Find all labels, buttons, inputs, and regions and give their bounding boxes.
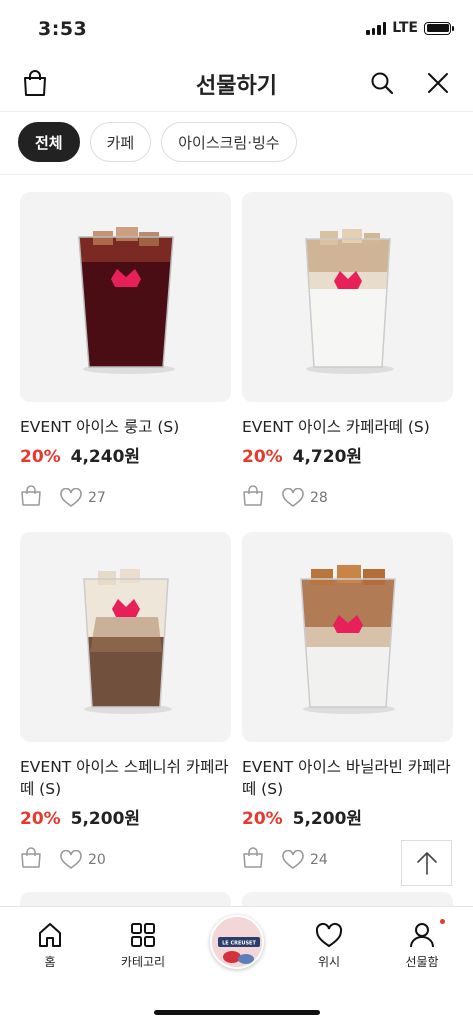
battery-icon xyxy=(424,21,454,35)
bottom-nav: 홈 카테고리 LE CREUSET 위시 선물함 xyxy=(0,906,473,1024)
add-to-bag-icon[interactable] xyxy=(20,847,42,873)
add-to-bag-icon[interactable] xyxy=(20,485,42,511)
nav-giftbox-label: 선물함 xyxy=(405,955,439,969)
notification-dot xyxy=(440,919,445,924)
nav-giftbox[interactable]: 선물함 xyxy=(382,921,462,970)
like-count: 28 xyxy=(310,490,328,506)
page-title: 선물하기 xyxy=(196,74,277,99)
status-bar: 3:53 LTE xyxy=(0,0,473,56)
nav-category-label: 카테고리 xyxy=(120,955,166,969)
center-promo-label: LE CREUSET xyxy=(222,941,256,947)
chip-icecream[interactable]: 아이스크림·빙수 xyxy=(161,122,297,162)
like-button[interactable]: 28 xyxy=(282,488,328,508)
product-name[interactable]: EVENT 아이스 바닐라빈 카페라떼 (S) xyxy=(242,756,453,800)
heart-icon xyxy=(282,488,304,507)
chip-all[interactable]: 전체 xyxy=(18,122,80,162)
divider xyxy=(0,174,473,175)
heart-icon xyxy=(315,922,343,948)
category-grid-icon xyxy=(131,923,155,947)
heart-icon xyxy=(60,850,82,869)
nav-wish[interactable]: 위시 xyxy=(289,921,369,970)
status-time: 3:53 xyxy=(38,18,88,40)
search-icon[interactable] xyxy=(367,68,397,98)
add-to-bag-icon[interactable] xyxy=(242,485,264,511)
network-label: LTE xyxy=(392,20,418,36)
user-icon xyxy=(410,923,434,948)
chip-cafe[interactable]: 카페 xyxy=(89,122,152,162)
product-price: 5,200원 xyxy=(70,809,141,829)
heart-icon xyxy=(60,488,82,507)
scroll-top-button[interactable] xyxy=(401,840,452,886)
nav-home[interactable]: 홈 xyxy=(10,921,90,970)
product-card[interactable]: EVENT 아이스 스페니쉬 카페라떼 (S) 20% 5,200원 20 xyxy=(20,532,231,873)
discount-rate: 20% xyxy=(242,809,283,829)
nav-wish-label: 위시 xyxy=(317,955,341,969)
product-price: 5,200원 xyxy=(292,809,363,829)
product-image[interactable] xyxy=(20,192,231,402)
arrow-up-icon xyxy=(416,852,437,875)
discount-rate: 20% xyxy=(242,447,283,467)
app-header: 선물하기 xyxy=(0,56,473,112)
category-chips: 전체 카페 아이스크림·빙수 xyxy=(18,122,297,162)
nav-home-label: 홈 xyxy=(44,955,56,969)
product-image[interactable] xyxy=(242,192,453,402)
product-image[interactable] xyxy=(242,532,453,742)
product-name[interactable]: EVENT 아이스 룽고 (S) xyxy=(20,416,231,438)
heart-icon xyxy=(282,850,304,869)
home-icon xyxy=(39,923,61,947)
add-to-bag-icon[interactable] xyxy=(242,847,264,873)
product-price: 4,720원 xyxy=(292,447,363,467)
like-count: 27 xyxy=(88,490,106,506)
product-card[interactable]: EVENT 아이스 카페라떼 (S) 20% 4,720원 28 xyxy=(242,192,453,511)
like-count: 20 xyxy=(88,852,106,868)
discount-rate: 20% xyxy=(20,809,61,829)
product-card[interactable]: EVENT 아이스 룽고 (S) 20% 4,240원 27 xyxy=(20,192,231,511)
like-count: 24 xyxy=(310,852,328,868)
product-name[interactable]: EVENT 아이스 스페니쉬 카페라떼 (S) xyxy=(20,756,231,800)
like-button[interactable]: 20 xyxy=(60,850,106,870)
like-button[interactable]: 24 xyxy=(282,850,328,870)
signal-icon xyxy=(366,21,387,35)
home-indicator xyxy=(154,1010,320,1015)
discount-rate: 20% xyxy=(20,447,61,467)
product-price: 4,240원 xyxy=(70,447,141,467)
product-card[interactable]: EVENT 아이스 바닐라빈 카페라떼 (S) 20% 5,200원 24 xyxy=(242,532,453,873)
nav-category[interactable]: 카테고리 xyxy=(103,921,183,970)
like-button[interactable]: 27 xyxy=(60,488,106,508)
product-image[interactable] xyxy=(20,532,231,742)
close-icon[interactable] xyxy=(423,68,453,98)
center-promo-button[interactable]: LE CREUSET xyxy=(210,915,264,969)
product-name[interactable]: EVENT 아이스 카페라떼 (S) xyxy=(242,416,453,438)
